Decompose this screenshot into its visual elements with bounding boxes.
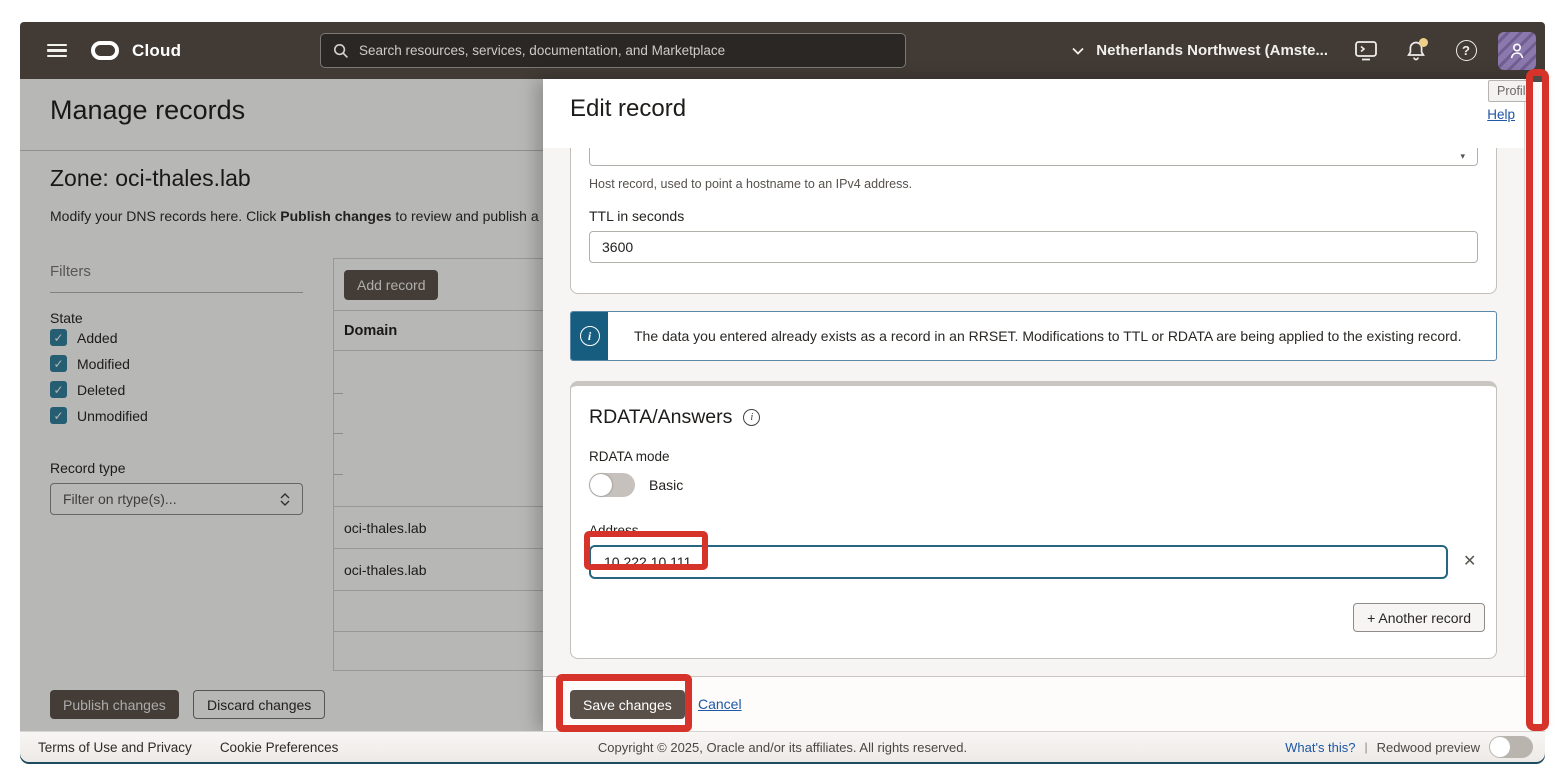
- rdata-title: RDATA/Answers: [589, 406, 732, 429]
- redwood-preview-label: Redwood preview: [1377, 740, 1480, 755]
- rdata-mode-toggle[interactable]: [589, 473, 635, 497]
- info-banner: i The data you entered already exists as…: [570, 311, 1497, 361]
- notifications-icon[interactable]: [1404, 39, 1428, 63]
- profile-tooltip: Profil: [1488, 80, 1534, 102]
- region-label: Netherlands Northwest (Amste...: [1096, 42, 1328, 59]
- cancel-link[interactable]: Cancel: [698, 696, 742, 712]
- person-icon: [1507, 41, 1527, 61]
- ttl-input[interactable]: [589, 231, 1478, 263]
- oracle-logo[interactable]: [91, 41, 119, 60]
- save-changes-button[interactable]: Save changes: [570, 690, 685, 719]
- footer-separator: |: [1365, 740, 1368, 754]
- brand-label: Cloud: [132, 41, 181, 61]
- cookie-preferences-link[interactable]: Cookie Preferences: [220, 740, 339, 755]
- info-banner-text: The data you entered already exists as a…: [608, 312, 1461, 360]
- hamburger-menu-icon[interactable]: [47, 44, 67, 58]
- search-icon: [333, 43, 349, 59]
- region-selector[interactable]: Netherlands Northwest (Amste...: [1072, 42, 1328, 59]
- toggle-knob: [590, 474, 612, 496]
- whats-this-link[interactable]: What's this?: [1285, 740, 1355, 755]
- terms-link[interactable]: Terms of Use and Privacy: [38, 740, 192, 755]
- rdata-mode-value: Basic: [649, 477, 683, 493]
- chevron-down-icon: [1072, 47, 1084, 55]
- info-banner-icon-block: i: [571, 312, 608, 360]
- panel-scroll-content: ▾ Host record, used to point a hostname …: [543, 148, 1524, 676]
- panel-title: Edit record: [570, 95, 686, 123]
- footer: Terms of Use and Privacy Cookie Preferen…: [20, 731, 1545, 762]
- rdata-answers-card: RDATA/Answers i RDATA mode Basic Address…: [570, 381, 1497, 659]
- info-icon: i: [580, 326, 600, 346]
- oci-console-page: Cloud Search resources, services, docume…: [0, 0, 1568, 782]
- global-search-input[interactable]: Search resources, services, documentatio…: [320, 33, 906, 68]
- another-record-button[interactable]: + Another record: [1353, 603, 1485, 632]
- manage-records-pane: Manage records Zone: oci-thales.lab Modi…: [20, 79, 543, 731]
- search-placeholder: Search resources, services, documentatio…: [359, 43, 725, 58]
- ttl-label: TTL in seconds: [589, 208, 1478, 224]
- modal-dim-overlay: [20, 79, 543, 731]
- toggle-knob: [1490, 737, 1510, 757]
- profile-avatar[interactable]: [1498, 32, 1536, 70]
- record-type-helper: Host record, used to point a hostname to…: [589, 177, 1478, 191]
- remove-record-icon[interactable]: ✕: [1463, 554, 1476, 570]
- select-caret-icon: ▾: [1460, 151, 1465, 162]
- help-link[interactable]: Help: [1487, 107, 1515, 122]
- edit-record-panel: Edit record Help ▾ Host record, used to …: [543, 79, 1545, 731]
- rdata-info-icon[interactable]: i: [743, 409, 760, 426]
- panel-action-bar: Save changes Cancel: [543, 676, 1545, 731]
- redwood-preview-toggle[interactable]: [1489, 736, 1533, 758]
- notification-dot: [1419, 38, 1428, 47]
- record-type-select-clipped[interactable]: ▾: [589, 148, 1478, 166]
- top-navigation-bar: Cloud Search resources, services, docume…: [20, 22, 1545, 79]
- rdata-mode-label: RDATA mode: [589, 449, 1478, 464]
- address-label: Address: [589, 523, 1478, 538]
- help-icon[interactable]: ?: [1454, 39, 1478, 63]
- scrollbar-highlight-fill: [1530, 73, 1545, 727]
- address-input[interactable]: [589, 545, 1448, 579]
- record-basics-card: ▾ Host record, used to point a hostname …: [570, 148, 1497, 294]
- cloudshell-icon[interactable]: [1354, 39, 1378, 63]
